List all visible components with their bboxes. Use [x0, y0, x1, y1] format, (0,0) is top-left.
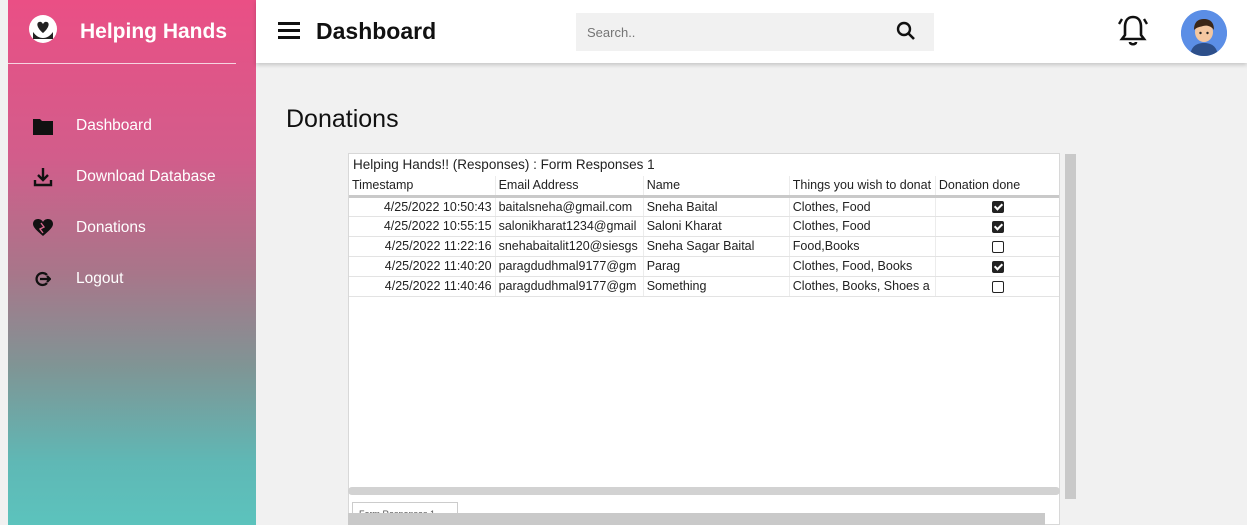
name-cell[interactable]: Sneha Sagar Baital	[643, 236, 790, 257]
sidebar-item-label: Download Database	[76, 167, 216, 185]
page-title: Donations	[286, 105, 399, 133]
email-cell[interactable]: baitalsneha@gmail.com	[495, 196, 644, 217]
timestamp-cell[interactable]: 4/25/2022 11:40:46	[349, 276, 496, 297]
sheet-title: Helping Hands!! (Responses) : Form Respo…	[353, 157, 655, 172]
helping-hands-logo-icon	[28, 14, 58, 49]
search-input[interactable]	[576, 13, 876, 51]
donation-done-checkbox[interactable]	[991, 260, 1004, 273]
column-header: Timestamp	[349, 176, 496, 198]
email-cell[interactable]: snehabaitalit120@siesgs	[495, 236, 644, 257]
timestamp-cell[interactable]: 4/25/2022 10:55:15	[349, 216, 496, 237]
brand[interactable]: Helping Hands	[8, 0, 236, 64]
sidebar-nav: Dashboard Download Database Donations Lo…	[8, 100, 256, 304]
timestamp-cell[interactable]: 4/25/2022 11:22:16	[349, 236, 496, 257]
things-cell[interactable]: Clothes, Books, Shoes a	[789, 276, 936, 297]
sidebar-item-logout[interactable]: Logout	[8, 253, 256, 304]
name-cell[interactable]: Sneha Baital	[643, 196, 790, 217]
donation-done-cell[interactable]	[935, 196, 1059, 217]
brand-title: Helping Hands	[80, 19, 228, 43]
sidebar-item-dashboard[interactable]: Dashboard	[8, 100, 256, 151]
table-row[interactable]: 4/25/2022 11:40:46 paragdudhmal9177@gm S…	[349, 276, 1059, 297]
donation-done-checkbox[interactable]	[991, 240, 1004, 253]
things-cell[interactable]: Clothes, Food	[789, 216, 936, 237]
email-cell[interactable]: paragdudhmal9177@gm	[495, 256, 644, 277]
table-row[interactable]: 4/25/2022 11:40:20 paragdudhmal9177@gm P…	[349, 256, 1059, 277]
name-cell[interactable]: Parag	[643, 256, 790, 277]
email-cell[interactable]: paragdudhmal9177@gm	[495, 276, 644, 297]
name-cell[interactable]: Something	[643, 276, 790, 297]
donation-done-checkbox[interactable]	[991, 280, 1004, 293]
sidebar-item-label: Donations	[76, 218, 146, 236]
responses-table: Timestamp Email Address Name Things you …	[349, 176, 1059, 297]
main-content: Donations Helping Hands!! (Responses) : …	[256, 63, 1247, 525]
donation-done-checkbox[interactable]	[991, 201, 1004, 214]
sidebar-item-label: Dashboard	[76, 116, 152, 134]
donation-done-cell[interactable]	[935, 256, 1059, 277]
donation-done-cell[interactable]	[935, 276, 1059, 297]
horizontal-scrollbar[interactable]	[348, 487, 1060, 495]
search-icon[interactable]	[896, 21, 916, 46]
donation-done-checkbox[interactable]	[991, 220, 1004, 233]
table-row[interactable]: 4/25/2022 10:50:43 baitalsneha@gmail.com…	[349, 196, 1059, 217]
table-row[interactable]: 4/25/2022 11:22:16 snehabaitalit120@sies…	[349, 236, 1059, 257]
header-title: Dashboard	[316, 18, 437, 44]
vertical-scrollbar[interactable]	[1065, 154, 1076, 499]
column-header: Things you wish to donat	[789, 176, 936, 198]
email-cell[interactable]: salonikharat1234@gmail	[495, 216, 644, 237]
column-header: Email Address	[495, 176, 644, 198]
folder-icon	[32, 115, 54, 137]
sidebar-item-label: Logout	[76, 269, 124, 287]
notification-bell-icon[interactable]	[1117, 14, 1149, 53]
table-header-row: Timestamp Email Address Name Things you …	[349, 176, 1059, 198]
sidebar-item-donations[interactable]: Donations	[8, 202, 256, 253]
name-cell[interactable]: Saloni Kharat	[643, 216, 790, 237]
download-icon	[32, 166, 54, 188]
donation-done-cell[interactable]	[935, 236, 1059, 257]
embedded-spreadsheet[interactable]: Helping Hands!! (Responses) : Form Respo…	[348, 153, 1060, 525]
things-cell[interactable]: Clothes, Food	[789, 196, 936, 217]
things-cell[interactable]: Food,Books	[789, 236, 936, 257]
table-row[interactable]: 4/25/2022 10:55:15 salonikharat1234@gmai…	[349, 216, 1059, 237]
hamburger-menu-icon[interactable]	[278, 22, 300, 40]
sidebar-item-download-database[interactable]: Download Database	[8, 151, 256, 202]
logout-icon	[32, 268, 54, 290]
search-box	[576, 13, 934, 51]
sidebar: Helping Hands Dashboard Download Databas…	[8, 0, 256, 525]
timestamp-cell[interactable]: 4/25/2022 10:50:43	[349, 196, 496, 217]
avatar[interactable]	[1181, 10, 1227, 56]
column-header: Name	[643, 176, 790, 198]
things-cell[interactable]: Clothes, Food, Books	[789, 256, 936, 277]
heart-icon	[32, 217, 54, 239]
timestamp-cell[interactable]: 4/25/2022 11:40:20	[349, 256, 496, 277]
donation-done-cell[interactable]	[935, 216, 1059, 237]
top-bar: Dashboard	[256, 0, 1247, 63]
bottom-scrollbar[interactable]	[348, 513, 1045, 525]
column-header: Donation done	[935, 176, 1059, 198]
